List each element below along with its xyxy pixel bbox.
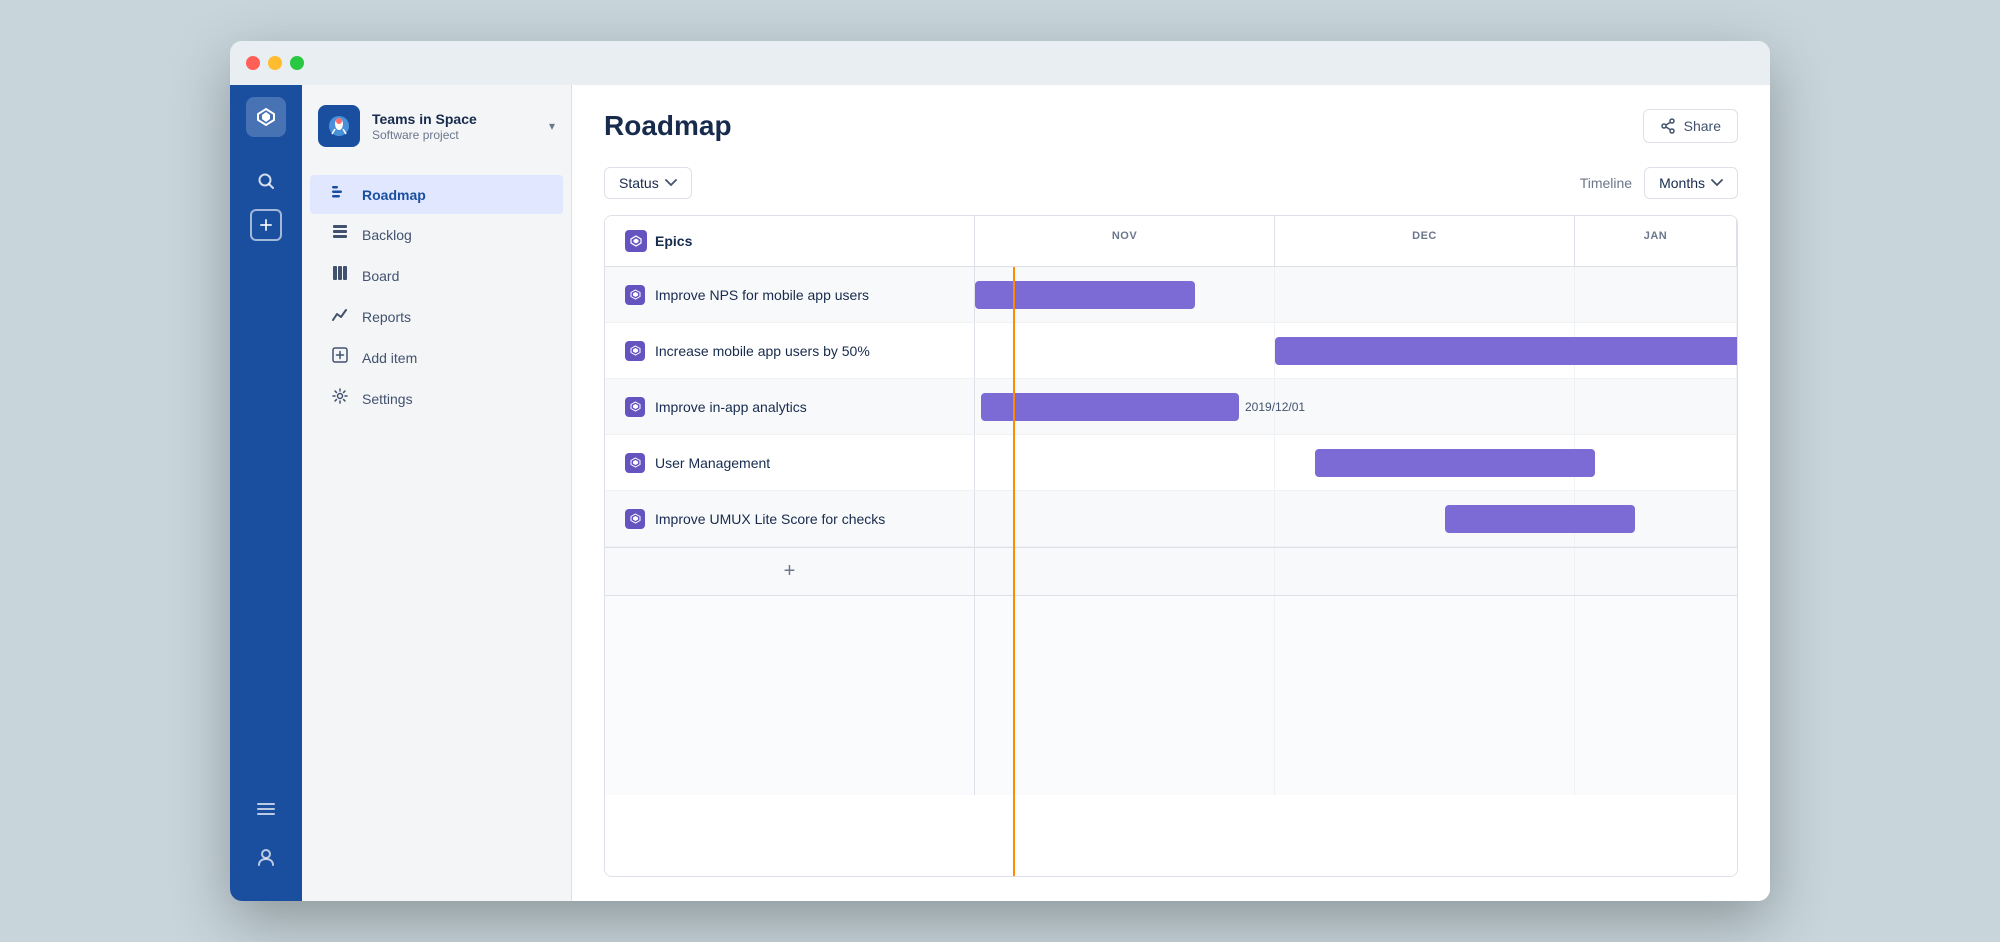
share-label: Share <box>1684 118 1721 134</box>
sidebar-label-board: Board <box>362 268 399 284</box>
reports-icon <box>330 306 350 327</box>
epic-name: Improve NPS for mobile app users <box>655 287 869 303</box>
epics-label: Epics <box>655 233 692 249</box>
board-icon <box>330 265 350 286</box>
row-label: Improve UMUX Lite Score for checks <box>605 491 975 546</box>
sidebar-nav: Roadmap Backlog <box>302 167 571 427</box>
epics-header: Epics <box>605 216 975 266</box>
app-window: Teams in Space Software project ▾ Roadma… <box>230 41 1770 901</box>
epic-icon <box>625 285 645 305</box>
sidebar-item-backlog[interactable]: Backlog <box>310 214 563 255</box>
roadmap-rows: Improve NPS for mobile app users <box>605 267 1737 876</box>
months-dropdown[interactable]: Months <box>1644 167 1738 199</box>
date-label: 2019/12/01 <box>1245 400 1305 414</box>
add-item-button[interactable]: + <box>605 548 975 595</box>
row-label: Increase mobile app users by 50% <box>605 323 975 378</box>
project-avatar <box>318 105 360 147</box>
row-timeline: 2019/12/01 <box>975 379 1737 434</box>
project-info: Teams in Space Software project <box>372 110 537 142</box>
epic-name: Increase mobile app users by 50% <box>655 343 870 359</box>
menu-icon[interactable] <box>246 789 286 829</box>
timeline-label: Timeline <box>1580 175 1632 191</box>
add-row: + <box>605 547 1737 595</box>
empty-section <box>605 595 1737 795</box>
row-timeline <box>975 267 1737 322</box>
close-button[interactable] <box>246 56 260 70</box>
timeline-header: NOV DEC JAN <box>975 216 1737 266</box>
sidebar-label-add-item: Add item <box>362 350 417 366</box>
sidebar-label-backlog: Backlog <box>362 227 412 243</box>
gantt-bar[interactable] <box>975 281 1195 309</box>
row-timeline <box>975 491 1737 546</box>
sidebar-item-board[interactable]: Board <box>310 255 563 296</box>
roadmap-table: Epics NOV DEC JAN <box>604 215 1738 877</box>
toolbar: Status Timeline Months <box>572 159 1770 215</box>
status-label: Status <box>619 175 659 191</box>
settings-icon <box>330 388 350 409</box>
project-type: Software project <box>372 128 537 142</box>
add-icon: + <box>784 560 796 583</box>
sidebar-label-settings: Settings <box>362 391 413 407</box>
sidebar-item-reports[interactable]: Reports <box>310 296 563 337</box>
months-label: Months <box>1659 175 1705 191</box>
titlebar <box>230 41 1770 85</box>
row-label: Improve in-app analytics <box>605 379 975 434</box>
epic-name: Improve UMUX Lite Score for checks <box>655 511 885 527</box>
sidebar: Teams in Space Software project ▾ Roadma… <box>302 85 572 901</box>
epic-icon <box>625 341 645 361</box>
sidebar-label-reports: Reports <box>362 309 411 325</box>
page-header: Roadmap Share <box>572 85 1770 159</box>
main-content: Roadmap Share Status <box>572 85 1770 901</box>
month-jan: JAN <box>1575 216 1737 266</box>
share-button[interactable]: Share <box>1643 109 1738 143</box>
epic-icon <box>625 509 645 529</box>
row-timeline <box>975 323 1737 378</box>
chevron-down-icon: ▾ <box>549 119 555 133</box>
gantt-bar[interactable] <box>1275 337 1737 365</box>
sidebar-item-add-item[interactable]: Add item <box>310 337 563 378</box>
backlog-icon <box>330 224 350 245</box>
project-header[interactable]: Teams in Space Software project ▾ <box>302 85 571 167</box>
create-button[interactable] <box>250 209 282 241</box>
epic-icon-header <box>625 230 647 252</box>
table-row: Improve NPS for mobile app users <box>605 267 1737 323</box>
sidebar-label-roadmap: Roadmap <box>362 187 426 203</box>
roadmap-header: Epics NOV DEC JAN <box>605 216 1737 267</box>
table-row: Improve UMUX Lite Score for checks <box>605 491 1737 547</box>
project-name: Teams in Space <box>372 110 537 128</box>
gantt-bar[interactable] <box>1315 449 1595 477</box>
table-row: User Management <box>605 435 1737 491</box>
row-label: User Management <box>605 435 975 490</box>
page-title: Roadmap <box>604 110 732 142</box>
gantt-bar[interactable] <box>1445 505 1635 533</box>
epic-icon <box>625 397 645 417</box>
search-icon[interactable] <box>246 161 286 201</box>
add-item-icon <box>330 347 350 368</box>
app-layout: Teams in Space Software project ▾ Roadma… <box>230 85 1770 901</box>
table-row: Increase mobile app users by 50% <box>605 323 1737 379</box>
app-logo[interactable] <box>246 97 286 137</box>
row-label: Improve NPS for mobile app users <box>605 267 975 322</box>
epic-icon <box>625 453 645 473</box>
sidebar-item-roadmap[interactable]: Roadmap <box>310 175 563 214</box>
status-dropdown[interactable]: Status <box>604 167 692 199</box>
roadmap-icon <box>330 185 350 204</box>
month-nov: NOV <box>975 216 1275 266</box>
icon-bar <box>230 85 302 901</box>
roadmap-container: Epics NOV DEC JAN <box>572 215 1770 901</box>
maximize-button[interactable] <box>290 56 304 70</box>
sidebar-item-settings[interactable]: Settings <box>310 378 563 419</box>
row-timeline <box>975 435 1737 490</box>
traffic-lights <box>246 56 304 70</box>
epic-name: User Management <box>655 455 770 471</box>
user-icon[interactable] <box>246 837 286 877</box>
minimize-button[interactable] <box>268 56 282 70</box>
gantt-bar[interactable] <box>981 393 1239 421</box>
epic-name: Improve in-app analytics <box>655 399 807 415</box>
month-dec: DEC <box>1275 216 1575 266</box>
table-row: Improve in-app analytics 2019/12/01 <box>605 379 1737 435</box>
